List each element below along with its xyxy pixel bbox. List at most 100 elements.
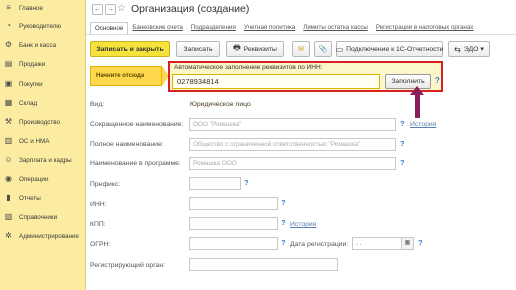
short-name-history-link[interactable]: История — [410, 121, 436, 128]
help-icon[interactable]: ? — [400, 119, 405, 128]
sidebar-item-label: Справочники — [19, 213, 58, 221]
program-name-label: Наименование в программе: — [90, 160, 181, 167]
help-icon[interactable]: ? — [400, 139, 405, 148]
start-here-label: Начните отсюда — [96, 73, 145, 79]
help-icon[interactable]: ? — [435, 76, 440, 85]
fill-button[interactable]: Заполнить — [385, 74, 431, 89]
short-name-input[interactable]: ООО "Ромашка" — [189, 118, 396, 131]
edo-button[interactable]: ⇆ ЭДО ▾ — [448, 41, 490, 57]
forward-button[interactable]: → — [105, 4, 116, 15]
factory-icon: ⚒ — [4, 117, 13, 126]
prefix-input[interactable] — [189, 177, 241, 190]
mail-icon: ✉ — [298, 46, 304, 53]
reports-icon: ▮ — [6, 193, 11, 202]
sidebar-item-label: Банк и касса — [19, 41, 57, 49]
help-icon[interactable]: ? — [418, 238, 423, 247]
tab-divider — [86, 34, 516, 35]
pointer-arrow-shaft — [415, 92, 420, 118]
sidebar-item-label: Зарплата и кадры — [19, 156, 72, 164]
sidebar-item-purchases[interactable]: ▣ Покупки — [0, 76, 86, 92]
save-and-close-button[interactable]: Записать и закрыть — [90, 41, 170, 57]
inn-autofill-input[interactable]: 0278934814 — [172, 74, 380, 89]
program-name-input[interactable]: Ромашка ООО — [189, 157, 396, 170]
full-name-input[interactable]: Общество с ограниченной ответственностью… — [189, 138, 396, 151]
ogrn-label: ОГРН: — [90, 241, 111, 248]
calendar-icon[interactable]: ▦ — [402, 237, 414, 250]
tab-tax-registrations[interactable]: Регистрации в налоговых органах — [372, 22, 478, 34]
sidebar-item-bank[interactable]: ⚙ Банк и касса — [0, 37, 86, 53]
sidebar-item-warehouse[interactable]: ▦ Склад — [0, 95, 86, 111]
inn-label: ИНН: — [90, 201, 107, 208]
prefix-label: Префикс: — [90, 181, 121, 188]
tab-main[interactable]: Основное — [90, 22, 129, 34]
sidebar-item-label: Главное — [19, 4, 44, 12]
requisites-label: Реквизиты — [243, 45, 277, 53]
people-icon: ☺ — [4, 155, 13, 164]
short-name-label: Сокращенное наименование: — [90, 121, 184, 128]
reg-organ-input[interactable] — [189, 258, 338, 271]
sidebar-item-director[interactable]: ◔ Руководителю — [0, 18, 86, 34]
start-here-hint: Начните отсюда — [90, 66, 162, 86]
sidebar: ≡ Главное ◔ Руководителю ⚙ Банк и касса … — [0, 0, 86, 290]
help-icon[interactable]: ? — [281, 218, 286, 227]
tab-departments[interactable]: Подразделения — [187, 22, 240, 34]
mail-button[interactable]: ✉ — [292, 41, 310, 57]
sidebar-item-label: Администрирование — [19, 232, 80, 240]
sidebar-item-reports[interactable]: ▮ Отчеты — [0, 190, 86, 206]
basket-icon: ▣ — [4, 79, 13, 88]
printer-icon: 🖶 — [233, 43, 241, 52]
star-icon[interactable]: ☆ — [117, 3, 126, 14]
edo-icon: ⇆ — [454, 44, 461, 54]
sidebar-item-label: Склад — [19, 99, 38, 107]
requisites-button[interactable]: 🖶 Реквизиты — [226, 41, 284, 57]
tab-cash-limits[interactable]: Лимиты остатка кассы — [299, 22, 372, 34]
sidebar-item-production[interactable]: ⚒ Производство — [0, 114, 86, 130]
connect-icon: ▭ — [335, 44, 344, 54]
reg-organ-label: Регистрирующий орган: — [90, 262, 165, 269]
sidebar-item-label: ОС и НМА — [19, 137, 50, 145]
sidebar-item-references[interactable]: ▧ Справочники — [0, 209, 86, 225]
inn-autofill-panel: Автоматическое заполнение реквизитов по … — [168, 61, 443, 92]
tab-bank-accounts[interactable]: Банковские счета — [128, 22, 186, 34]
save-button[interactable]: Записать — [176, 41, 220, 57]
full-name-label: Полное наименование: — [90, 141, 164, 148]
help-icon[interactable]: ? — [400, 158, 405, 167]
kpp-label: КПП: — [90, 221, 106, 228]
inn-autofill-label: Автоматическое заполнение реквизитов по … — [174, 64, 323, 71]
reg-date-input[interactable]: . . — [352, 237, 402, 250]
connect-reporting-button[interactable]: ▭ Подключение к 1С-Отчетности — [336, 41, 443, 57]
sidebar-item-label: Операции — [19, 175, 49, 183]
sidebar-item-label: Покупки — [19, 80, 43, 88]
sidebar-item-main[interactable]: ≡ Главное — [0, 0, 86, 16]
inn-input[interactable] — [189, 197, 278, 210]
help-icon[interactable]: ? — [281, 198, 286, 207]
kpp-history-link[interactable]: История — [290, 221, 316, 228]
sidebar-item-salary[interactable]: ☺ Зарплата и кадры — [0, 152, 86, 168]
type-label: Вид: — [90, 101, 105, 108]
tab-accounting-policy[interactable]: Учетная политика — [240, 22, 299, 34]
attach-button[interactable]: 📎 — [314, 41, 332, 57]
kpp-input[interactable] — [189, 217, 278, 230]
sidebar-item-admin[interactable]: ✲ Администрирование — [0, 228, 86, 244]
warehouse-icon: ▦ — [4, 98, 13, 107]
tab-bar: Основное Банковские счета Подразделения … — [90, 22, 477, 34]
reg-date-label: Дата регистрации: — [290, 241, 349, 248]
bank-icon: ⚙ — [4, 40, 13, 49]
operations-icon: ◉ — [5, 174, 12, 183]
back-button[interactable]: ← — [92, 4, 103, 15]
sidebar-item-operations[interactable]: ◉ Операции — [0, 171, 86, 187]
page-title: Организация (создание) — [131, 3, 250, 15]
help-icon[interactable]: ? — [244, 178, 249, 187]
chart-icon: ◔ — [6, 21, 11, 30]
chevron-down-icon: ▾ — [480, 46, 484, 53]
form-header: ← → ☆ Организация (создание) — [86, 0, 516, 22]
help-icon[interactable]: ? — [281, 238, 286, 247]
sidebar-item-assets[interactable]: ▥ ОС и НМА — [0, 133, 86, 149]
ogrn-input[interactable] — [189, 237, 278, 250]
sidebar-item-sales[interactable]: ▤ Продажи — [0, 56, 86, 72]
type-value[interactable]: Юридическое лицо — [190, 101, 251, 108]
gear-icon: ✲ — [5, 231, 12, 240]
edo-label: ЭДО — [463, 45, 479, 53]
sidebar-item-label: Руководителю — [19, 22, 62, 30]
sidebar-item-label: Отчеты — [19, 194, 41, 202]
